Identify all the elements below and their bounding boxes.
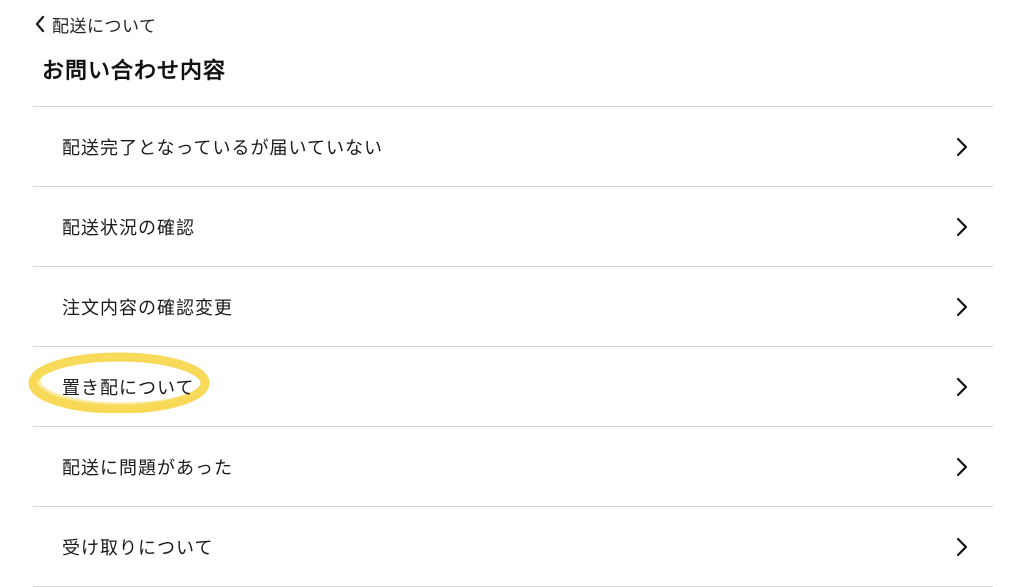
menu-item-order-change[interactable]: 注文内容の確認変更 — [33, 267, 993, 347]
inquiry-menu-list: 配送完了となっているが届いていない 配送状況の確認 注文内容の確認変更 置き配に… — [28, 106, 993, 587]
menu-item-receiving[interactable]: 受け取りについて — [33, 507, 993, 587]
page-title: お問い合わせ内容 — [42, 59, 227, 84]
chevron-right-icon — [956, 217, 968, 236]
menu-item-label: 配送完了となっているが届いていない — [62, 137, 384, 159]
chevron-right-icon — [956, 457, 968, 476]
chevron-right-icon — [956, 377, 968, 396]
menu-item-label: 配送状況の確認 — [62, 217, 195, 239]
menu-item-label: 受け取りについて — [62, 537, 214, 559]
chevron-left-icon — [34, 15, 46, 33]
chevron-right-icon — [956, 137, 968, 156]
menu-item-delivery-problem[interactable]: 配送に問題があった — [33, 427, 993, 507]
chevron-right-icon — [956, 537, 968, 556]
chevron-right-icon — [956, 297, 968, 316]
menu-item-label: 配送に問題があった — [62, 457, 233, 479]
menu-item-label: 注文内容の確認変更 — [62, 297, 233, 319]
menu-item-delivery-status[interactable]: 配送状況の確認 — [33, 187, 993, 267]
menu-item-label: 置き配について — [62, 377, 195, 399]
menu-item-delivered-not-received[interactable]: 配送完了となっているが届いていない — [33, 107, 993, 187]
menu-item-drop-off[interactable]: 置き配について — [28, 347, 993, 427]
back-label: 配送について — [52, 16, 157, 37]
back-button[interactable]: 配送について — [34, 10, 157, 38]
